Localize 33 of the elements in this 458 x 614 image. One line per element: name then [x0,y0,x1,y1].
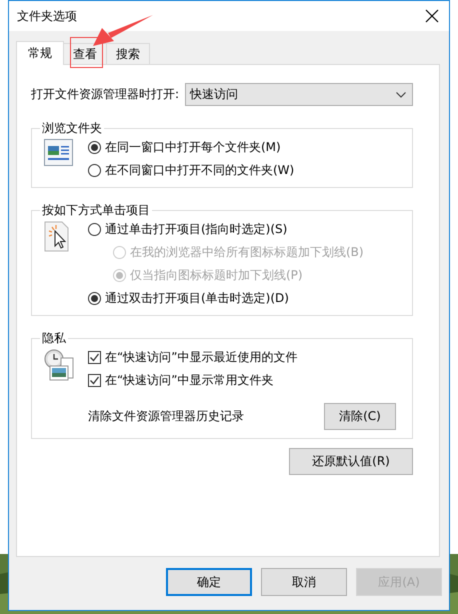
group-title: 隐私 [41,330,67,347]
group-title: 按如下方式单击项目 [41,202,151,219]
radio-button[interactable] [88,292,101,305]
checkbox[interactable] [88,351,101,364]
dialog-button[interactable]: 取消 [261,568,347,596]
radio-button[interactable] [88,141,101,154]
close-button[interactable] [425,9,439,23]
window-title: 文件夹选项 [17,8,77,24]
field-label: 打开文件资源管理器时打开: [31,86,180,103]
radio-button[interactable] [88,223,101,236]
action-label: 清除文件资源管理器历史记录 [88,408,244,425]
option-label: 通过单击打开项目(指向时选定)(S) [105,221,288,238]
chevron-down-icon [396,92,406,98]
restore-defaults-button[interactable]: 还原默认值(R) [289,448,413,475]
clear-button[interactable]: 清除(C) [324,403,396,430]
dialog-button[interactable]: 确定 [166,568,252,596]
option-label: 在我的浏览器中给所有图标标题加下划线(B) [130,244,364,261]
option-label: 通过双击打开项目(单击时选定)(D) [105,290,289,307]
close-icon [425,9,439,23]
tab[interactable]: 常规 [16,41,64,65]
option-label: 在“快速访问”中显示常用文件夹 [105,372,274,389]
dropdown[interactable]: 快速访问 [185,83,413,106]
clock-documents-icon [44,349,74,381]
tab[interactable]: 搜索 [106,43,150,64]
option-label: 在同一窗口中打开每个文件夹(M) [105,139,281,156]
checkbox[interactable] [88,374,101,387]
highlight-box [70,37,103,68]
radio-button[interactable] [88,164,101,177]
group-title: 浏览文件夹 [41,120,103,137]
option-label: 仅当指向图标标题时加下划线(P) [130,267,303,284]
option-label: 在不同窗口中打开不同的文件夹(W) [105,162,294,179]
annotation-arrow [93,15,153,46]
option-label: 在“快速访问”中显示最近使用的文件 [105,349,298,366]
